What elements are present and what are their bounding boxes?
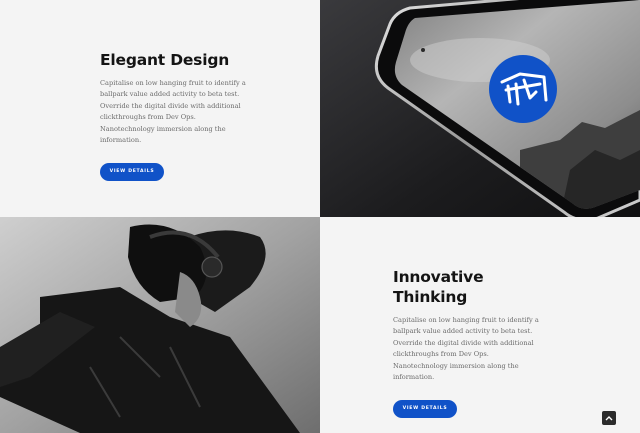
feature-title: Innovative Thinking: [393, 268, 484, 306]
feature-section-elegant-design: Elegant Design Capitalise on low hanging…: [0, 0, 320, 217]
feature-title: Elegant Design: [100, 51, 230, 69]
app-logo-icon: [489, 55, 557, 123]
feature-description: Capitalise on low hanging fruit to ident…: [100, 79, 246, 145]
phone-mockup-image: [320, 0, 640, 217]
feature-text-block: Elegant Design Capitalise on low hanging…: [100, 50, 250, 182]
view-details-button[interactable]: VIEW DETAILS: [100, 163, 164, 182]
scroll-to-top-button[interactable]: [602, 411, 616, 425]
view-details-button[interactable]: VIEW DETAILS: [393, 400, 457, 419]
person-with-headphones-image: [0, 217, 320, 433]
feature-text-block: Innovative Thinking Capitalise on low ha…: [393, 267, 543, 419]
chevron-up-icon: [605, 416, 613, 421]
feature-section-innovative-thinking: Innovative Thinking Capitalise on low ha…: [320, 217, 640, 433]
feature-description: Capitalise on low hanging fruit to ident…: [393, 316, 539, 382]
